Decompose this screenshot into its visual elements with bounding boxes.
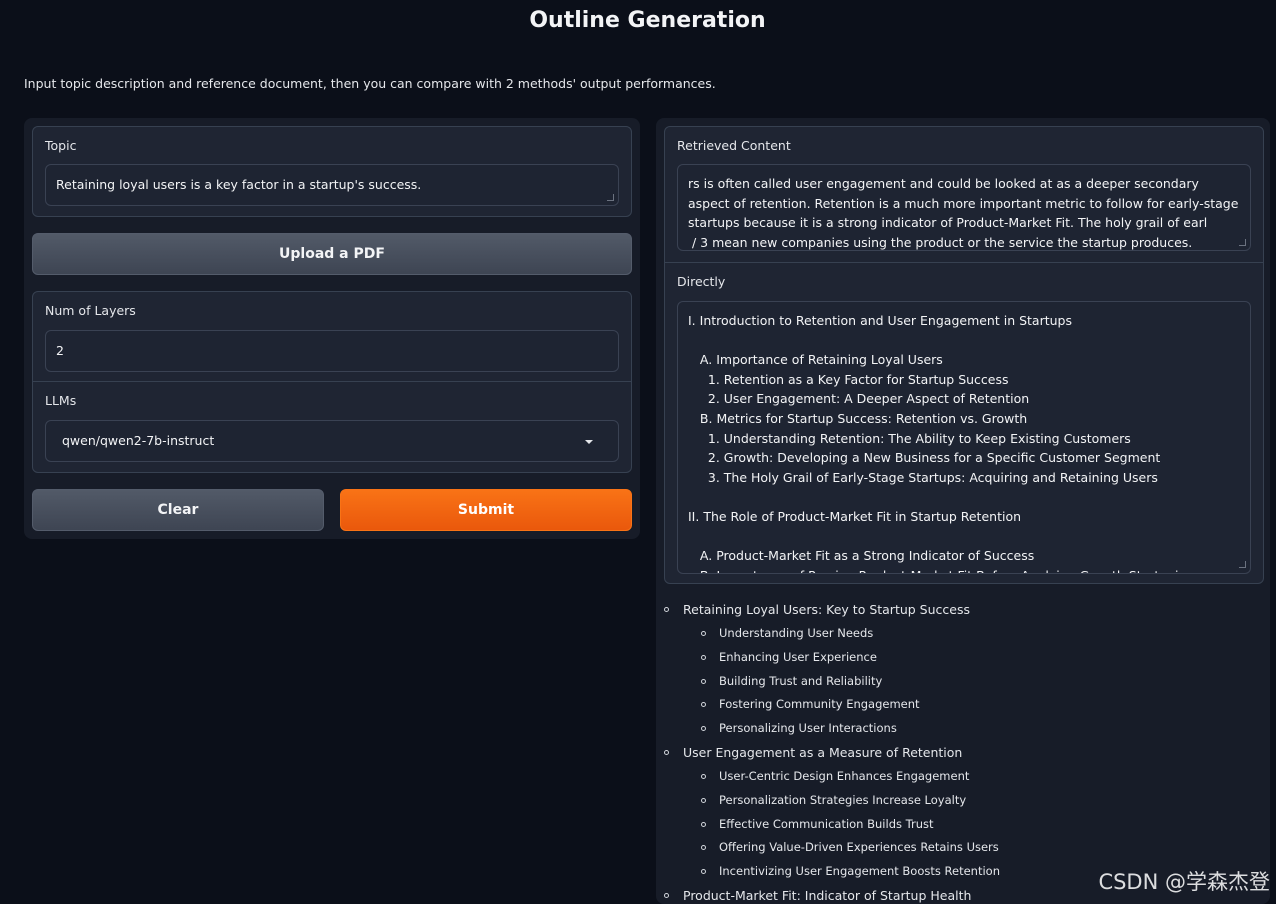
- outline-item: Offering Value-Driven Experiences Retain…: [656, 836, 1256, 860]
- bullet-icon: [701, 726, 706, 732]
- llms-label: LLMs: [45, 393, 77, 408]
- page-description: Input topic description and reference do…: [24, 76, 716, 91]
- outline-item-text: Incentivizing User Engagement Boosts Ret…: [719, 864, 1000, 879]
- outline-section-title: Retaining Loyal Users: Key to Startup Su…: [683, 602, 970, 617]
- outline-item: Building Trust and Reliability: [656, 670, 1256, 694]
- outline-item-text: Understanding User Needs: [719, 626, 874, 640]
- layers-input[interactable]: 2: [45, 330, 619, 372]
- resize-handle-icon[interactable]: [607, 194, 614, 201]
- watermark: CSDN @学森杰登: [1098, 870, 1270, 894]
- resize-handle-icon[interactable]: [1239, 239, 1246, 246]
- bullet-icon: [664, 607, 669, 612]
- outline-item-text: Enhancing User Experience: [719, 649, 877, 664]
- bullet-icon: [701, 631, 706, 636]
- directly-output-textarea[interactable]: I. Introduction to Retention and User En…: [677, 301, 1251, 574]
- outline-item-text: User-Centric Design Enhances Engagement: [719, 768, 970, 783]
- outline-item-text: Personalizing User Interactions: [719, 721, 897, 736]
- bullet-icon: [664, 749, 669, 755]
- settings-divider: [33, 381, 631, 382]
- outline-item: Fostering Community Engagement: [656, 693, 1256, 717]
- retrieved-content-textarea[interactable]: rs is often called user engagement and c…: [677, 164, 1251, 251]
- outline-item-text: Building Trust and Reliability: [719, 673, 883, 688]
- topic-input[interactable]: Retaining loyal users is a key factor in…: [45, 164, 619, 206]
- clear-button[interactable]: Clear: [32, 489, 324, 531]
- output-block: Retrieved Content rs is often called use…: [664, 126, 1264, 584]
- outline-item-text: Effective Communication Builds Trust: [719, 816, 934, 831]
- outline-item: User-Centric Design Enhances Engagement: [656, 765, 1256, 789]
- page-title: Outline Generation: [529, 8, 766, 33]
- bullet-icon: [701, 845, 706, 851]
- bullet-icon: [701, 869, 706, 875]
- upload-pdf-button[interactable]: Upload a PDF: [32, 233, 632, 275]
- outline-item-text: Offering Value-Driven Experiences Retain…: [719, 840, 999, 855]
- outline-section: Retaining Loyal Users: Key to Startup Su…: [656, 598, 1256, 622]
- llms-select[interactable]: qwen/qwen2-7b-instruct: [45, 420, 619, 462]
- topic-label: Topic: [45, 138, 77, 153]
- resize-handle-icon[interactable]: [1239, 561, 1246, 568]
- bullet-icon: [701, 678, 706, 684]
- outline-item-text: Personalization Strategies Increase Loya…: [719, 792, 967, 807]
- outline-item: Understanding User Needs: [656, 622, 1256, 646]
- submit-button[interactable]: Submit: [340, 489, 632, 531]
- outline-item: Personalization Strategies Increase Loya…: [656, 789, 1256, 813]
- output-panel: Retrieved Content rs is often called use…: [656, 118, 1270, 904]
- outline-section-title: User Engagement as a Measure of Retentio…: [683, 744, 963, 760]
- bullet-icon: [664, 892, 669, 898]
- chevron-down-icon[interactable]: [585, 440, 593, 444]
- topic-block: Topic Retaining loyal users is a key fac…: [32, 126, 632, 217]
- outline-item: Enhancing User Experience: [656, 646, 1256, 670]
- retrieved-label: Retrieved Content: [677, 138, 791, 153]
- bullet-icon: [701, 773, 706, 779]
- bullet-icon: [701, 702, 706, 708]
- outline-list: Retaining Loyal Users: Key to Startup Su…: [656, 598, 1256, 904]
- bullet-icon: [701, 654, 706, 660]
- directly-label: Directly: [677, 274, 726, 289]
- settings-block: Num of Layers 2 LLMs qwen/qwen2-7b-instr…: [32, 291, 632, 473]
- outline-item: Effective Communication Builds Trust: [656, 813, 1256, 837]
- outline-section-title: Product-Market Fit: Indicator of Startup…: [683, 887, 972, 903]
- outline-item-text: Fostering Community Engagement: [719, 697, 920, 712]
- bullet-icon: [701, 821, 706, 827]
- outline-section: User Engagement as a Measure of Retentio…: [656, 741, 1256, 765]
- bullet-icon: [701, 797, 706, 803]
- output-divider: [665, 262, 1263, 263]
- input-panel: Topic Retaining loyal users is a key fac…: [24, 118, 640, 539]
- llms-selected-value: qwen/qwen2-7b-instruct: [62, 433, 215, 448]
- layers-label: Num of Layers: [45, 303, 136, 318]
- outline-item: Personalizing User Interactions: [656, 717, 1256, 741]
